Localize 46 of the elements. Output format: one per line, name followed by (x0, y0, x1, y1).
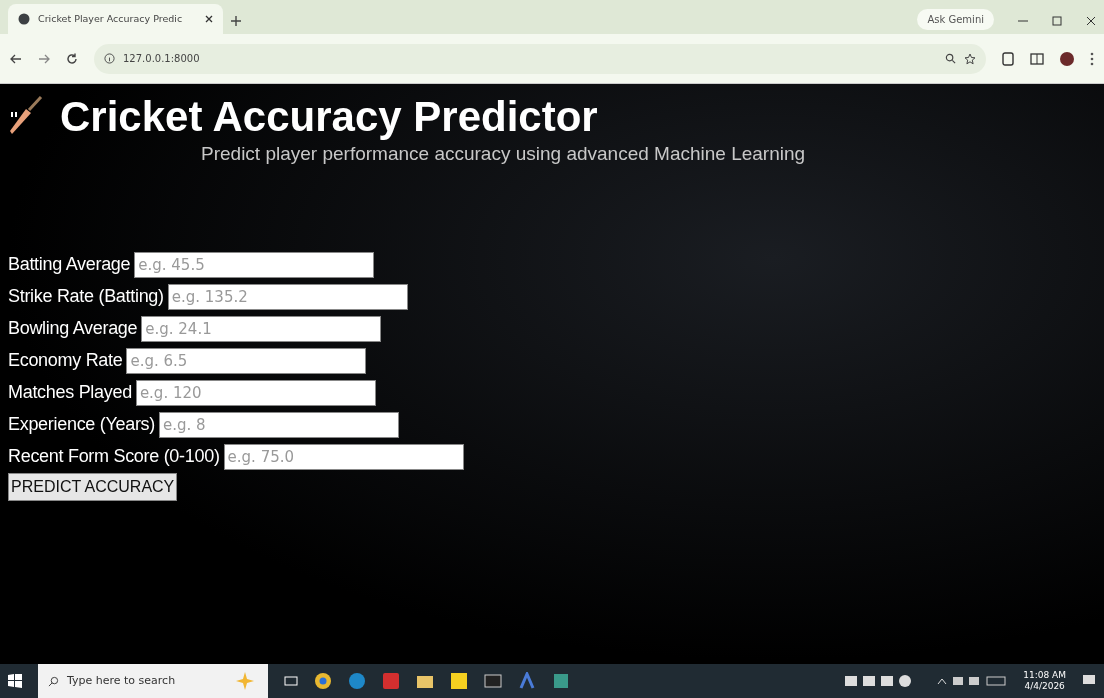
field-label: Recent Form Score (0-100) (8, 445, 220, 469)
menu-icon[interactable] (1090, 51, 1094, 66)
input-field[interactable]: e.g. 120 (135, 379, 376, 406)
field-label: Economy Rate (8, 349, 123, 373)
field-label: Experience (Years) (8, 413, 155, 437)
system-tray-icon[interactable] (937, 675, 1008, 687)
windows-icon[interactable] (8, 674, 22, 688)
maximize-icon[interactable] (1052, 16, 1062, 26)
close-icon[interactable] (1086, 16, 1096, 26)
input-field[interactable]: e.g. 6.5 (126, 347, 367, 374)
field-label: Strike Rate (Batting) (8, 285, 164, 309)
back-icon[interactable] (10, 53, 22, 64)
avatar-icon[interactable] (1060, 51, 1074, 66)
page-title: Cricket Accuracy Predictor (60, 94, 598, 141)
app-icon[interactable] (518, 672, 536, 690)
forward-icon[interactable] (38, 53, 50, 64)
address-bar[interactable]: 127.0.0.1:8000 (94, 43, 986, 74)
split-view-icon[interactable] (1030, 52, 1044, 65)
url-text: 127.0.0.1:8000 (123, 52, 200, 66)
time-text: 11:08 AM (1023, 670, 1066, 681)
predict-button[interactable]: PREDICT ACCURACY (8, 472, 178, 501)
taskbar-search-field[interactable]: Type here to search (38, 664, 268, 698)
input-field[interactable]: e.g. 135.2 (167, 283, 408, 310)
ask-gemini-button[interactable]: Ask Gemini (917, 9, 994, 30)
info-icon (104, 53, 115, 64)
input-field[interactable]: e.g. 75.0 (223, 443, 464, 470)
clock[interactable]: 11:08 AM 4/4/2026 (1023, 670, 1066, 692)
input-field[interactable]: e.g. 45.5 (134, 251, 375, 278)
app-icon[interactable] (552, 672, 570, 690)
search-icon (48, 675, 59, 687)
close-icon[interactable] (205, 15, 213, 23)
field-label: Matches Played (8, 381, 132, 405)
subtitle: Predict player performance accuracy using advanced Machine Learning (201, 142, 807, 167)
task-view-icon[interactable] (284, 674, 298, 688)
input-field[interactable]: e.g. 8 (159, 411, 399, 438)
input-field[interactable]: e.g. 24.1 (141, 315, 382, 342)
date-text: 4/4/2026 (1023, 681, 1066, 692)
field-label: Batting Average (8, 253, 131, 277)
field-label: Bowling Average (8, 317, 138, 341)
zoom-icon[interactable] (945, 53, 956, 64)
search-placeholder: Type here to search (67, 672, 177, 689)
browser-tab[interactable]: Cricket Player Accuracy Predic (8, 4, 223, 34)
tab-title: Cricket Player Accuracy Predic (38, 11, 184, 26)
reload-icon[interactable] (66, 52, 78, 65)
star-icon[interactable] (964, 52, 976, 65)
new-tab-icon[interactable] (231, 16, 241, 26)
